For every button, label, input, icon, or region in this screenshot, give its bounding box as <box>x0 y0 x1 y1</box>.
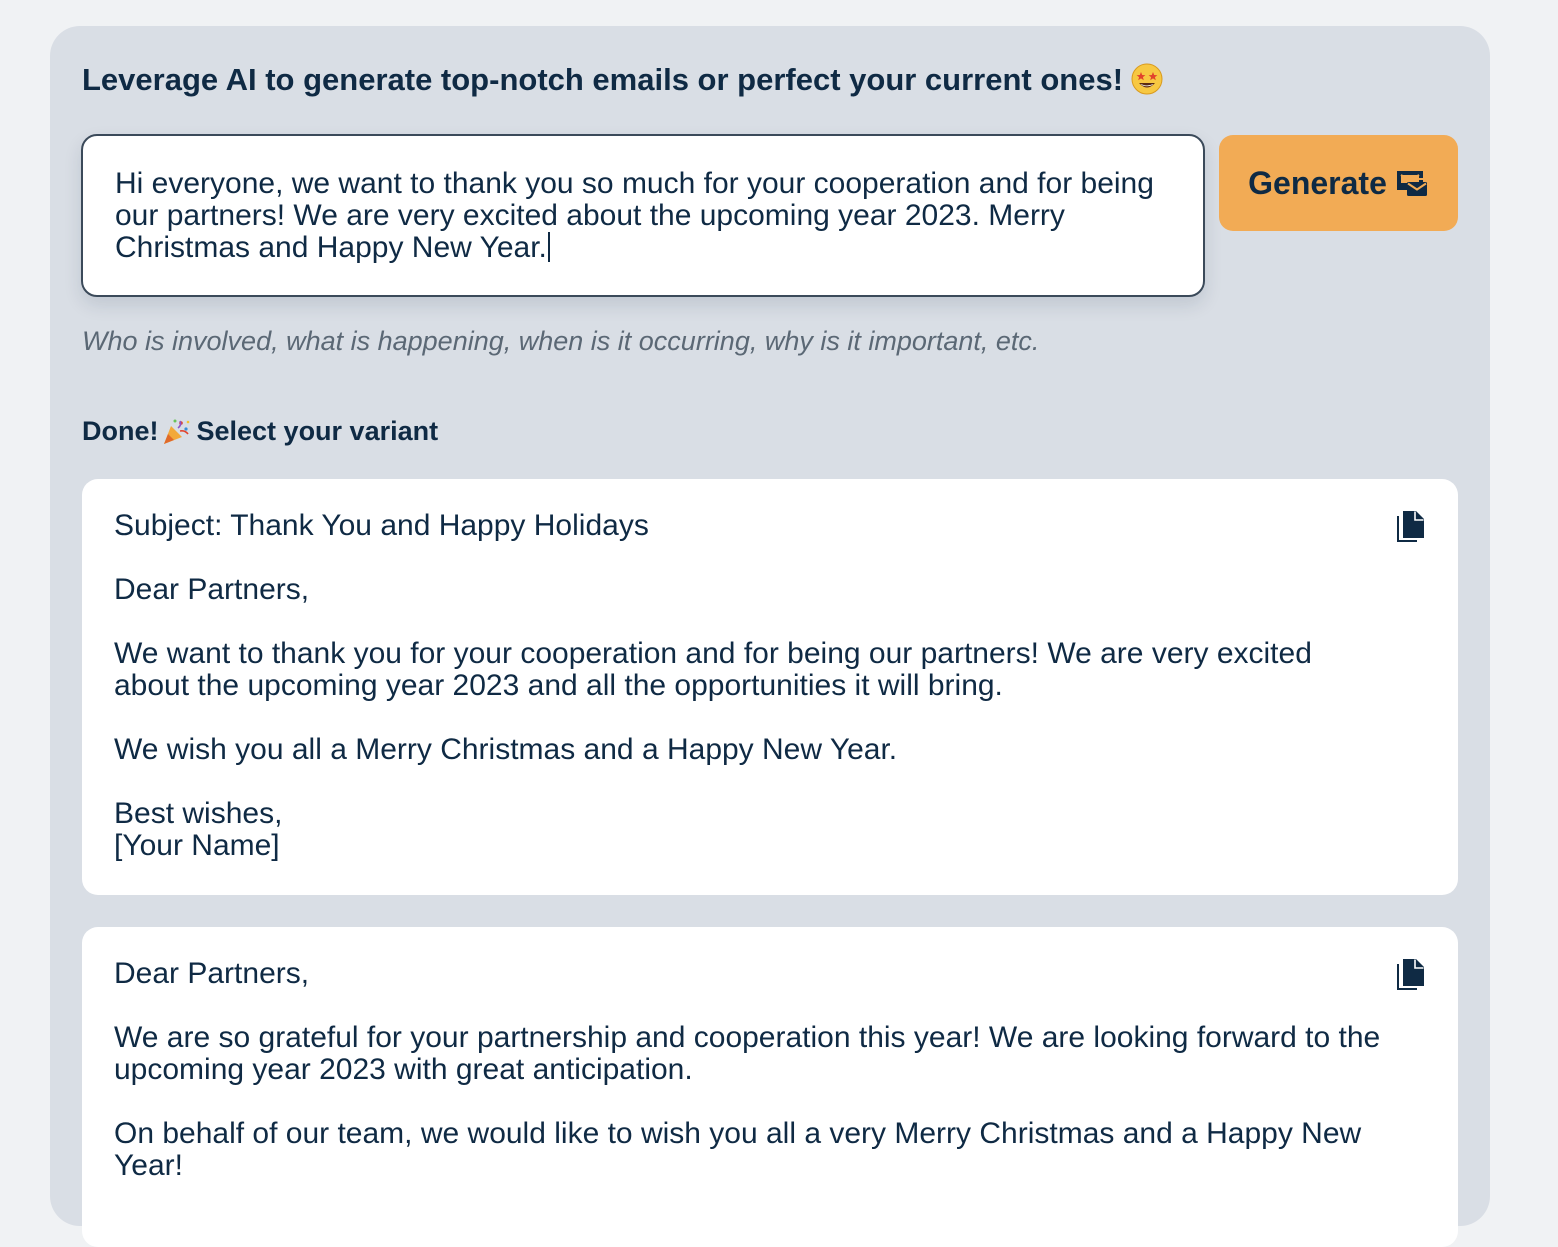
select-variant-label: Select your variant <box>196 416 439 446</box>
email-prompt-value: Hi everyone, we want to thank you so muc… <box>115 167 1163 264</box>
page-title: Leverage AI to generate top-notch emails… <box>82 62 1163 98</box>
prompt-hint: Who is involved, what is happening, when… <box>82 326 1040 356</box>
variant-card-2[interactable]: Dear Partners, We are so grateful for yo… <box>82 927 1458 1247</box>
mail-send-icon <box>1396 171 1427 196</box>
variant-card-1[interactable]: Subject: Thank You and Happy Holidays De… <box>82 479 1458 895</box>
results-heading: Done! Select your variant <box>82 416 438 447</box>
party-popper-icon <box>163 419 189 444</box>
text-caret <box>547 232 550 262</box>
done-label: Done! <box>82 416 159 446</box>
copy-icon[interactable] <box>1396 509 1426 543</box>
email-prompt-input[interactable]: Hi everyone, we want to thank you so muc… <box>81 134 1205 297</box>
copy-icon[interactable] <box>1396 957 1426 991</box>
page-title-text: Leverage AI to generate top-notch emails… <box>82 62 1124 97</box>
email-generator-panel: Leverage AI to generate top-notch emails… <box>50 26 1490 1247</box>
variant-2-text: Dear Partners, We are so grateful for yo… <box>114 957 1381 1182</box>
generate-button-label: Generate <box>1248 164 1387 201</box>
star-struck-emoji-icon <box>1131 63 1163 95</box>
generate-button[interactable]: Generate <box>1219 135 1458 231</box>
variant-1-text: Subject: Thank You and Happy Holidays De… <box>114 509 1312 862</box>
